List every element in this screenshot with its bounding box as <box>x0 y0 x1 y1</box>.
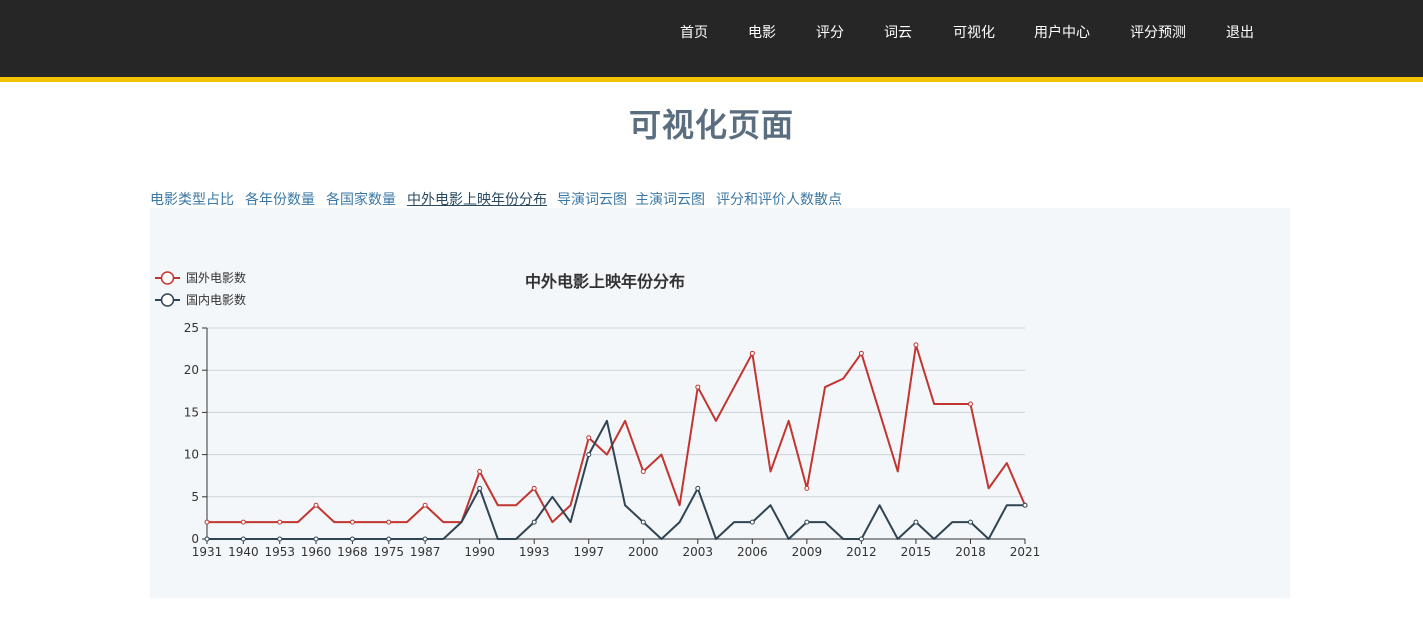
nav-item-user-center[interactable]: 用户中心 <box>1034 22 1090 42</box>
data-point[interactable] <box>240 519 246 525</box>
tab-actor-wordcloud[interactable]: 主演词云图 <box>635 189 705 209</box>
chart-legend[interactable]: 国外电影数国内电影数 <box>155 270 246 307</box>
page-title: 可视化页面 <box>628 106 794 144</box>
nav-item-logout[interactable]: 退出 <box>1226 22 1254 42</box>
chart-panel: 中外电影上映年份分布 国外电影数国内电影数 0 5 10 15 20 25 1931 1940… <box>150 208 1290 598</box>
data-point[interactable] <box>695 485 701 491</box>
legend-marker <box>160 293 175 307</box>
y-tick-label: 5 <box>191 490 199 504</box>
tab-rating-scatter[interactable]: 评分和评价人数散点 <box>716 189 842 209</box>
tab-genre-share[interactable]: 电影类型占比 <box>150 189 234 209</box>
data-point[interactable] <box>967 401 973 407</box>
x-tick-label: 1997 <box>573 545 604 559</box>
data-point[interactable] <box>204 536 210 542</box>
data-point[interactable] <box>204 519 210 525</box>
data-point[interactable] <box>422 536 428 542</box>
data-point[interactable] <box>640 468 646 474</box>
legend-item[interactable]: 国外电影数 <box>155 270 246 285</box>
data-point[interactable] <box>913 342 919 348</box>
x-tick-label: 1953 <box>264 545 295 559</box>
tab-count-by-country[interactable]: 各国家数量 <box>326 189 396 209</box>
x-tick-label: 2021 <box>1010 545 1041 559</box>
nav-item-visualization[interactable]: 可视化 <box>953 22 995 42</box>
data-point[interactable] <box>277 536 283 542</box>
nav-item-movies[interactable]: 电影 <box>748 22 776 42</box>
x-tick-label: 1931 <box>192 545 223 559</box>
x-tick-label: 1975 <box>374 545 405 559</box>
data-point[interactable] <box>349 519 355 525</box>
data-point[interactable] <box>1022 502 1028 508</box>
chart-title: 中外电影上映年份分布 <box>525 272 685 291</box>
data-point[interactable] <box>313 536 319 542</box>
y-tick-label: 0 <box>191 532 199 546</box>
x-tick-label: 2018 <box>955 545 986 559</box>
legend-marker <box>160 271 175 285</box>
series-line <box>207 343 1026 524</box>
data-point[interactable] <box>804 485 810 491</box>
x-tick-label: 1968 <box>337 545 368 559</box>
data-point[interactable] <box>640 519 646 525</box>
data-point[interactable] <box>749 519 755 525</box>
legend-label: 国外电影数 <box>186 270 246 285</box>
data-point[interactable] <box>386 519 392 525</box>
data-point[interactable] <box>749 350 755 356</box>
data-point[interactable] <box>240 536 246 542</box>
data-point[interactable] <box>967 519 973 525</box>
nav-accent-stripe <box>0 77 1423 82</box>
chart-series <box>204 342 1028 542</box>
data-point[interactable] <box>531 485 537 491</box>
nav-item-rating-predict[interactable]: 评分预测 <box>1130 22 1186 42</box>
data-point[interactable] <box>349 536 355 542</box>
data-point[interactable] <box>531 519 537 525</box>
legend-label: 国内电影数 <box>186 292 246 307</box>
x-tick-label: 2009 <box>792 545 823 559</box>
x-tick-label: 2003 <box>683 545 714 559</box>
data-point[interactable] <box>858 350 864 356</box>
data-point[interactable] <box>313 502 319 508</box>
data-point[interactable] <box>477 485 483 491</box>
x-tick-label: 1993 <box>519 545 550 559</box>
x-tick-label: 1990 <box>464 545 495 559</box>
data-point[interactable] <box>422 502 428 508</box>
nav-item-home[interactable]: 首页 <box>680 22 708 42</box>
nav-item-wordcloud[interactable]: 词云 <box>884 22 912 42</box>
x-tick-label: 2006 <box>737 545 768 559</box>
data-point[interactable] <box>586 452 592 458</box>
x-tick-label: 1987 <box>410 545 441 559</box>
legend-item[interactable]: 国内电影数 <box>155 292 246 307</box>
data-point[interactable] <box>804 519 810 525</box>
data-point[interactable] <box>858 536 864 542</box>
y-tick-label: 25 <box>184 321 199 335</box>
data-point[interactable] <box>277 519 283 525</box>
x-tick-label: 1940 <box>228 545 259 559</box>
tab-count-by-year[interactable]: 各年份数量 <box>245 189 315 209</box>
line-chart: 中外电影上映年份分布 国外电影数国内电影数 0 5 10 15 20 25 1931 1940… <box>155 270 1041 559</box>
data-point[interactable] <box>913 519 919 525</box>
data-point[interactable] <box>586 435 592 441</box>
y-tick-label: 10 <box>184 448 199 462</box>
tab-release-year-distribution[interactable]: 中外电影上映年份分布 <box>407 189 547 209</box>
data-point[interactable] <box>386 536 392 542</box>
tab-director-wordcloud[interactable]: 导演词云图 <box>557 189 627 209</box>
y-tick-label: 15 <box>184 405 199 419</box>
x-tick-label: 2000 <box>628 545 659 559</box>
y-tick-label: 20 <box>184 363 199 377</box>
top-navigation-bar <box>0 0 1423 77</box>
nav-item-rating[interactable]: 评分 <box>816 22 844 42</box>
data-point[interactable] <box>477 468 483 474</box>
x-tick-label: 2012 <box>846 545 877 559</box>
x-tick-label: 2015 <box>901 545 932 559</box>
x-tick-label: 1960 <box>301 545 332 559</box>
data-point[interactable] <box>695 384 701 390</box>
